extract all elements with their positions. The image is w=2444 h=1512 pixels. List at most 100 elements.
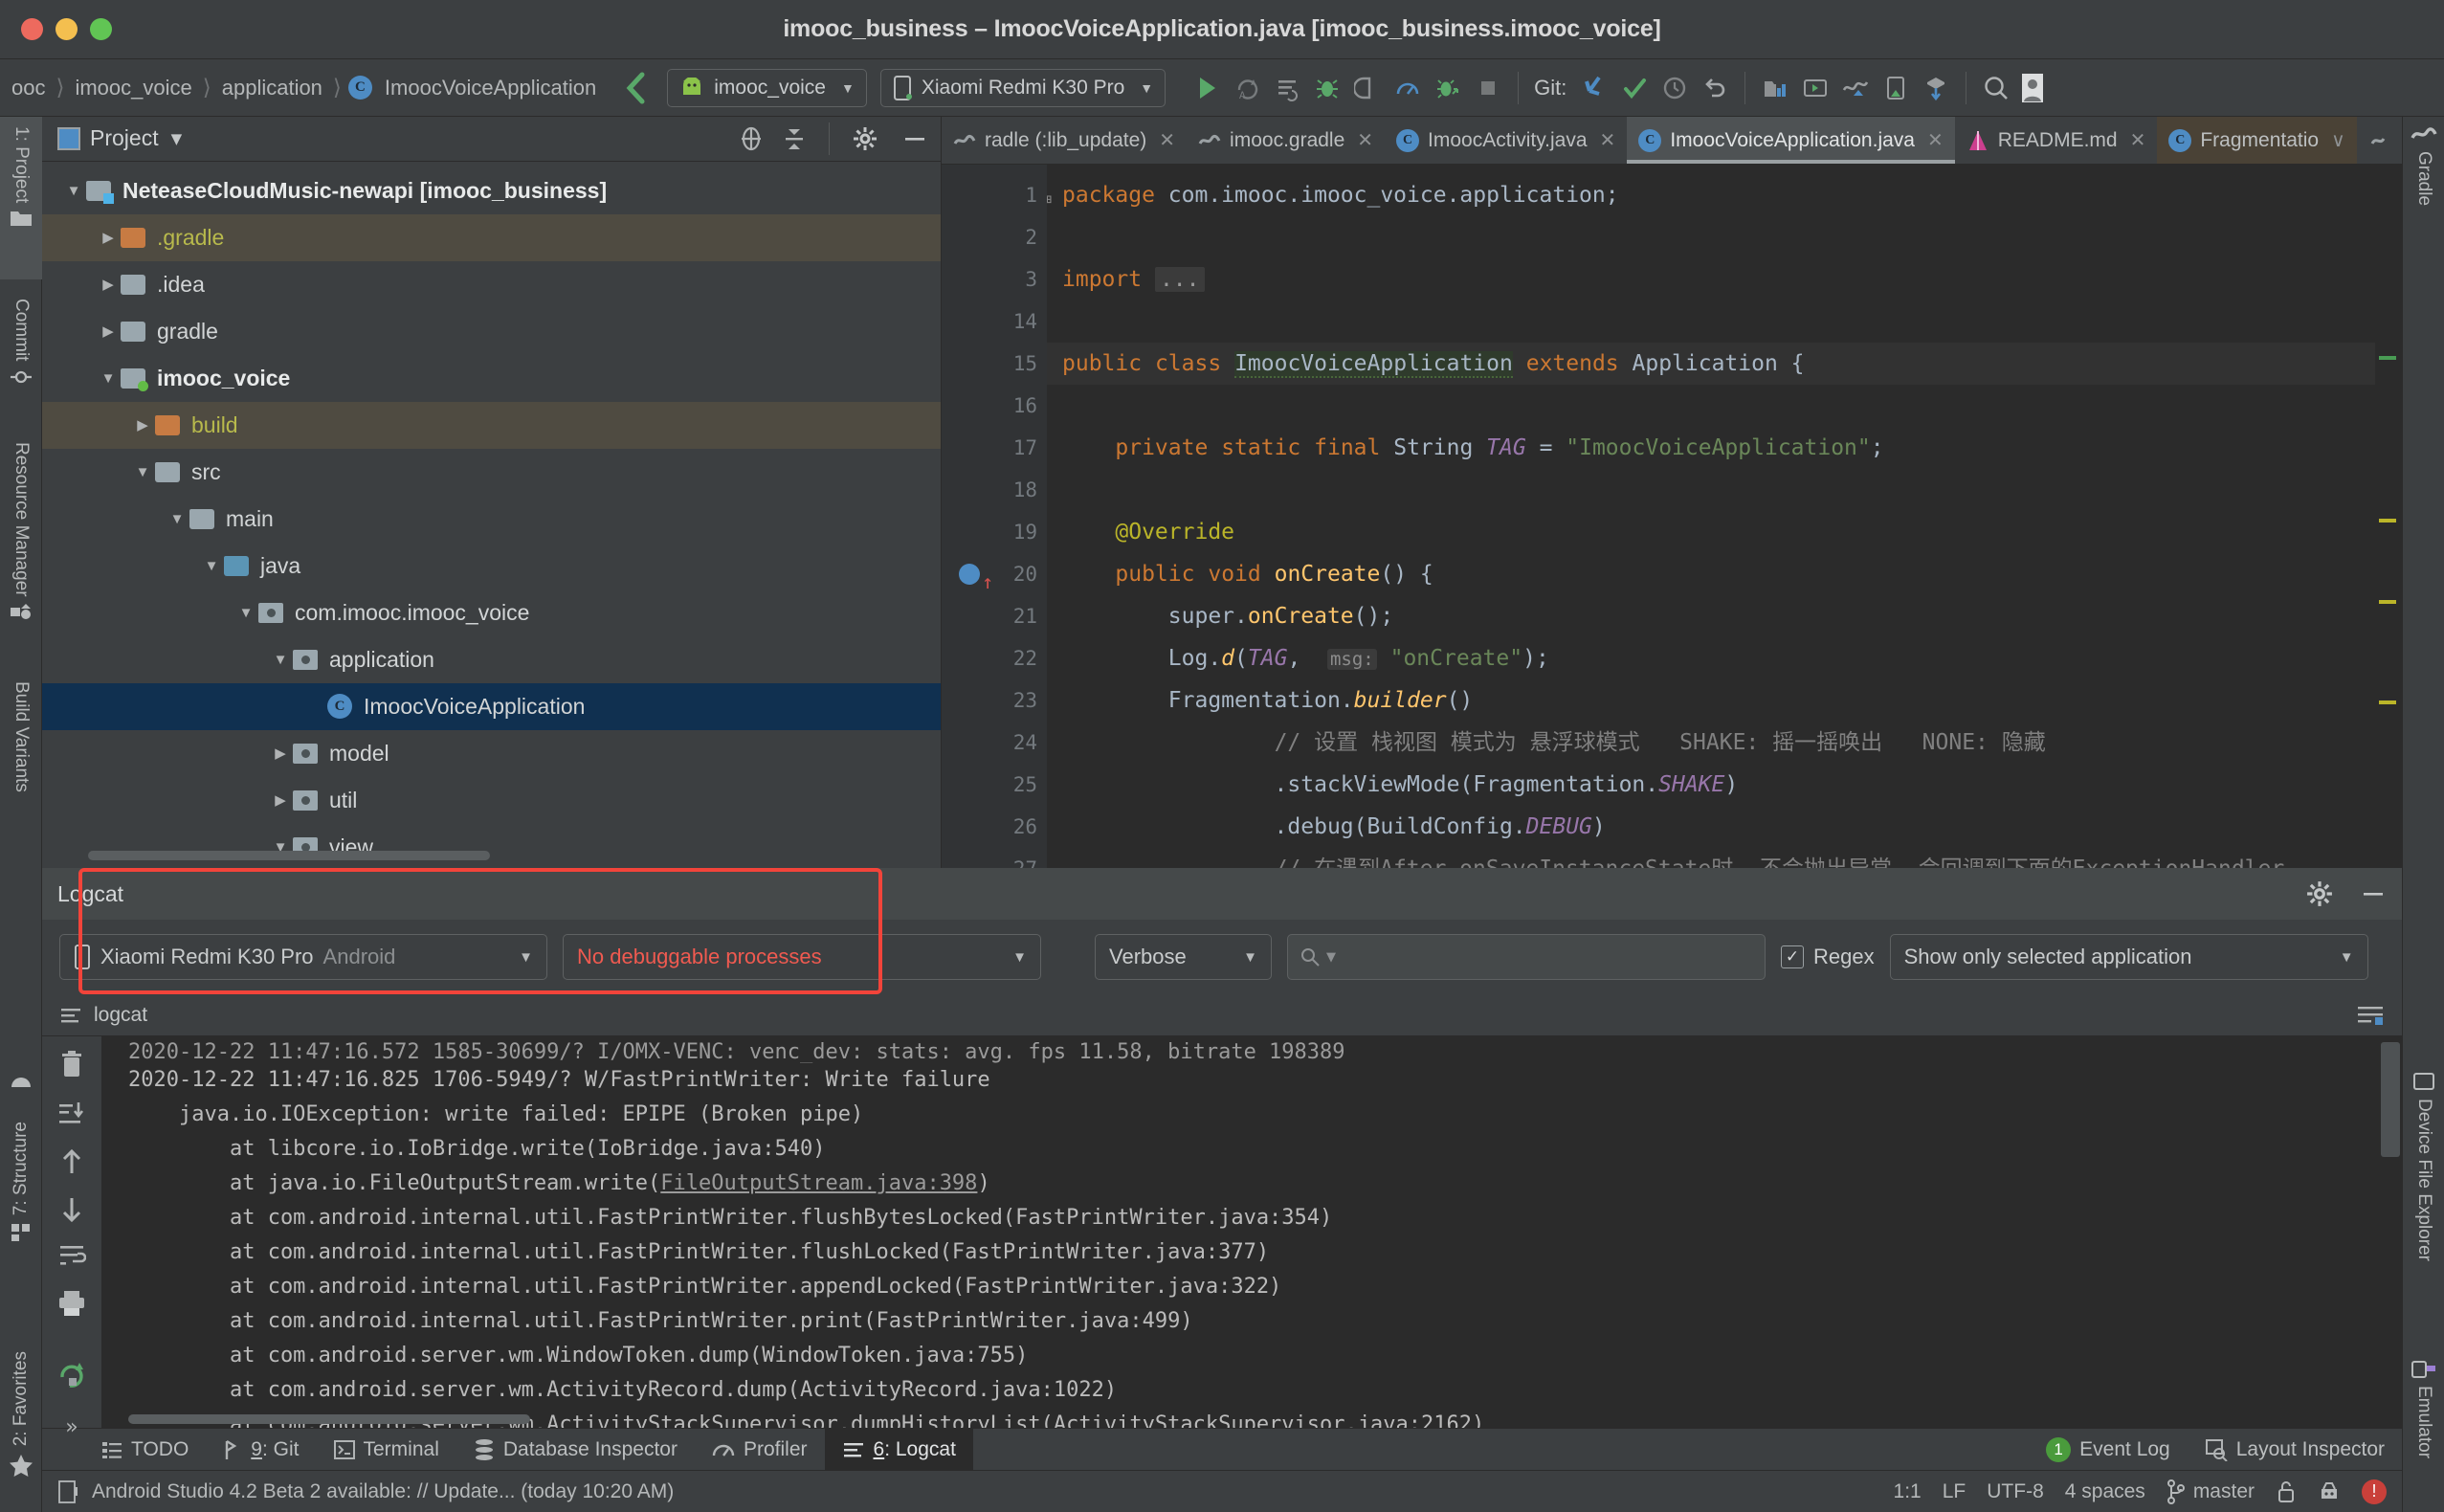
logcat-process-selector[interactable]: No debuggable processes ▼ [563, 934, 1041, 980]
logcat-line[interactable]: at com.android.internal.util.FastPrintWr… [101, 1201, 2402, 1235]
editor-tab[interactable]: CImoocVoiceApplication.java✕ [1627, 117, 1954, 164]
sidebar-item-project[interactable]: 1: Project [0, 117, 42, 279]
code-line[interactable]: // 设置 栈视图 模式为 悬浮球模式 SHAKE: 摇一摇唤出 NONE: 隐… [1047, 722, 2402, 764]
logcat-line[interactable]: at java.io.FileOutputStream.write(FileOu… [101, 1167, 2402, 1201]
chevron-down-icon[interactable]: ∨ [2331, 128, 2345, 152]
hide-panel-icon[interactable] [902, 126, 927, 151]
expand-arrow-icon[interactable]: ▼ [130, 464, 155, 480]
expand-arrow-icon[interactable]: ▼ [268, 652, 293, 668]
logcat-level-selector[interactable]: Verbose ▼ [1095, 934, 1272, 980]
run-with-coverage-button[interactable] [1430, 70, 1466, 106]
tool-window-button[interactable]: 9: Git [206, 1429, 316, 1471]
project-tree[interactable]: ▼NeteaseCloudMusic-newapi [imooc_busines… [42, 162, 941, 868]
logcat-line[interactable]: at com.android.internal.util.FastPrintWr… [101, 1235, 2402, 1270]
layout-inspector-button[interactable]: Layout Inspector [2188, 1429, 2402, 1471]
print-icon[interactable] [56, 1289, 87, 1318]
scroll-to-end-icon[interactable] [57, 1100, 86, 1128]
expand-arrow-icon[interactable]: ▼ [233, 605, 258, 621]
logcat-line[interactable]: at com.android.server.wm.WindowToken.dum… [101, 1339, 2402, 1373]
git-branch[interactable]: master [2166, 1479, 2255, 1504]
editor-tab[interactable]: imooc.gradle✕ [1187, 117, 1385, 164]
breadcrumb-item-3[interactable]: ImoocVoiceApplication [381, 76, 600, 100]
hide-panel-icon[interactable] [2360, 881, 2387, 906]
device-manager-icon[interactable] [1877, 70, 1914, 106]
code-line[interactable]: package com.imooc.imooc_voice.applicatio… [1047, 174, 2402, 216]
sidebar-item-device-file-explorer[interactable]: Device File Explorer [2403, 1064, 2444, 1342]
logcat-line[interactable]: 2020-12-22 11:47:16.572 1585-30699/? I/O… [101, 1042, 2402, 1063]
expand-arrow-icon[interactable]: ▶ [96, 276, 121, 293]
logcat-line[interactable]: 2020-12-22 11:47:16.825 1706-5949/? W/Fa… [101, 1063, 2402, 1098]
code-line[interactable] [1047, 216, 2402, 258]
tree-node[interactable]: ▼src [42, 449, 941, 496]
tree-node[interactable]: ▼java [42, 543, 941, 589]
error-badge[interactable]: ! [2362, 1479, 2387, 1504]
checkbox-icon[interactable]: ✓ [1781, 945, 1804, 968]
code-line[interactable]: @Override [1047, 511, 2402, 553]
editor-tab[interactable]: CFragmentatio∨ [2157, 117, 2356, 164]
apply-changes-button[interactable]: A [1229, 70, 1265, 106]
sidebar-item-commit[interactable]: Commit [0, 289, 42, 423]
expand-arrow-icon[interactable]: ▶ [96, 322, 121, 340]
tree-node[interactable]: CImoocVoiceApplication [42, 683, 941, 730]
maximize-window-button[interactable] [90, 18, 112, 40]
breadcrumb-item-0[interactable]: ooc [8, 76, 49, 100]
gear-icon[interactable] [2306, 880, 2333, 907]
sidebar-item-emulator[interactable]: Emulator [2403, 1351, 2444, 1512]
profiler-button[interactable] [1389, 70, 1426, 106]
logcat-output[interactable]: 2020-12-22 11:47:16.572 1585-30699/? I/O… [101, 1036, 2402, 1428]
tree-node[interactable]: ▶build [42, 402, 941, 449]
scroll-from-source-icon[interactable] [739, 125, 764, 152]
logcat-device-selector[interactable]: Xiaomi Redmi K30 Pro Android ▼ [59, 934, 547, 980]
sync-gradle-icon[interactable] [1837, 70, 1874, 106]
code-line[interactable]: // 在遇到After onSaveInstanceState时, 不会抛出异常… [1047, 848, 2402, 868]
sidebar-item-structure[interactable]: 7: Structure [0, 1122, 42, 1342]
gutter-override-icon[interactable] [959, 564, 980, 585]
logcat-line[interactable]: at libcore.io.IoBridge.write(IoBridge.ja… [101, 1132, 2402, 1167]
breadcrumb-item-1[interactable]: imooc_voice [71, 76, 195, 100]
encoding[interactable]: UTF-8 [1987, 1480, 2044, 1503]
logcat-line[interactable]: at com.android.server.wm.ActivityRecord.… [101, 1373, 2402, 1408]
breadcrumb-item-2[interactable]: application [218, 76, 326, 100]
expand-arrow-icon[interactable]: ▶ [96, 229, 121, 246]
code-line[interactable] [1047, 300, 2402, 343]
code-line[interactable]: private static final String TAG = "Imooc… [1047, 427, 2402, 469]
code-line[interactable]: .stackViewMode(Fragmentation.SHAKE) [1047, 764, 2402, 806]
tree-node[interactable]: ▼com.imooc.imooc_voice [42, 589, 941, 636]
logcat-filter-selector[interactable]: Show only selected application ▼ [1890, 934, 2368, 980]
tree-node[interactable]: ▶.idea [42, 261, 941, 308]
logcat-line[interactable]: java.io.IOException: write failed: EPIPE… [101, 1098, 2402, 1132]
tree-node[interactable]: ▶util [42, 777, 941, 824]
logcat-hscrollbar[interactable] [128, 1414, 530, 1424]
tree-node[interactable]: ▼imooc_voice [42, 355, 941, 402]
sidebar-item-resource-manager[interactable]: Resource Manager [0, 433, 42, 662]
commit-check-icon[interactable] [1616, 70, 1653, 106]
update-project-icon[interactable] [1576, 70, 1612, 106]
expand-arrow-icon[interactable]: ▼ [199, 558, 224, 574]
logcat-line[interactable]: at com.android.internal.util.FastPrintWr… [101, 1304, 2402, 1339]
line-separator[interactable]: LF [1943, 1480, 1966, 1503]
close-tab-icon[interactable]: ✕ [2130, 128, 2146, 152]
code-area[interactable]: 123141516171819↑20212223242526272829 pac… [942, 165, 2402, 868]
close-tab-icon[interactable]: ✕ [1927, 128, 1944, 152]
run-configuration-selector[interactable]: imooc_voice ▼ [667, 69, 867, 107]
tree-node[interactable]: ▶gradle [42, 308, 941, 355]
caret-position[interactable]: 1:1 [1894, 1480, 1922, 1503]
history-icon[interactable] [1656, 70, 1693, 106]
power-save-icon[interactable] [2318, 1479, 2341, 1504]
logcat-line[interactable]: at com.android.internal.util.FastPrintWr… [101, 1270, 2402, 1304]
source-code[interactable]: package com.imooc.imooc_voice.applicatio… [1047, 165, 2402, 868]
window-controls[interactable] [0, 18, 112, 40]
code-line[interactable]: .debug(BuildConfig.DEBUG) [1047, 806, 2402, 848]
code-line[interactable]: Fragmentation.builder() [1047, 679, 2402, 722]
navigate-back-icon[interactable] [621, 72, 650, 104]
download-component-icon[interactable] [1918, 70, 1954, 106]
editor-tab[interactable]: radle (:lib_update)✕ [942, 117, 1187, 164]
sidebar-item-gradle[interactable]: Gradle [2403, 117, 2444, 337]
chevron-down-icon[interactable]: ▼ [171, 130, 183, 147]
logcat-search-input[interactable]: ▼ [1287, 934, 1766, 980]
tree-node[interactable]: ▼application [42, 636, 941, 683]
tree-node[interactable]: ▼main [42, 496, 941, 543]
close-window-button[interactable] [21, 18, 43, 40]
tool-window-button[interactable]: 6: Logcat [825, 1429, 973, 1471]
breadcrumb[interactable]: ooc ⟩ imooc_voice ⟩ application ⟩ C Imoo… [0, 75, 600, 100]
